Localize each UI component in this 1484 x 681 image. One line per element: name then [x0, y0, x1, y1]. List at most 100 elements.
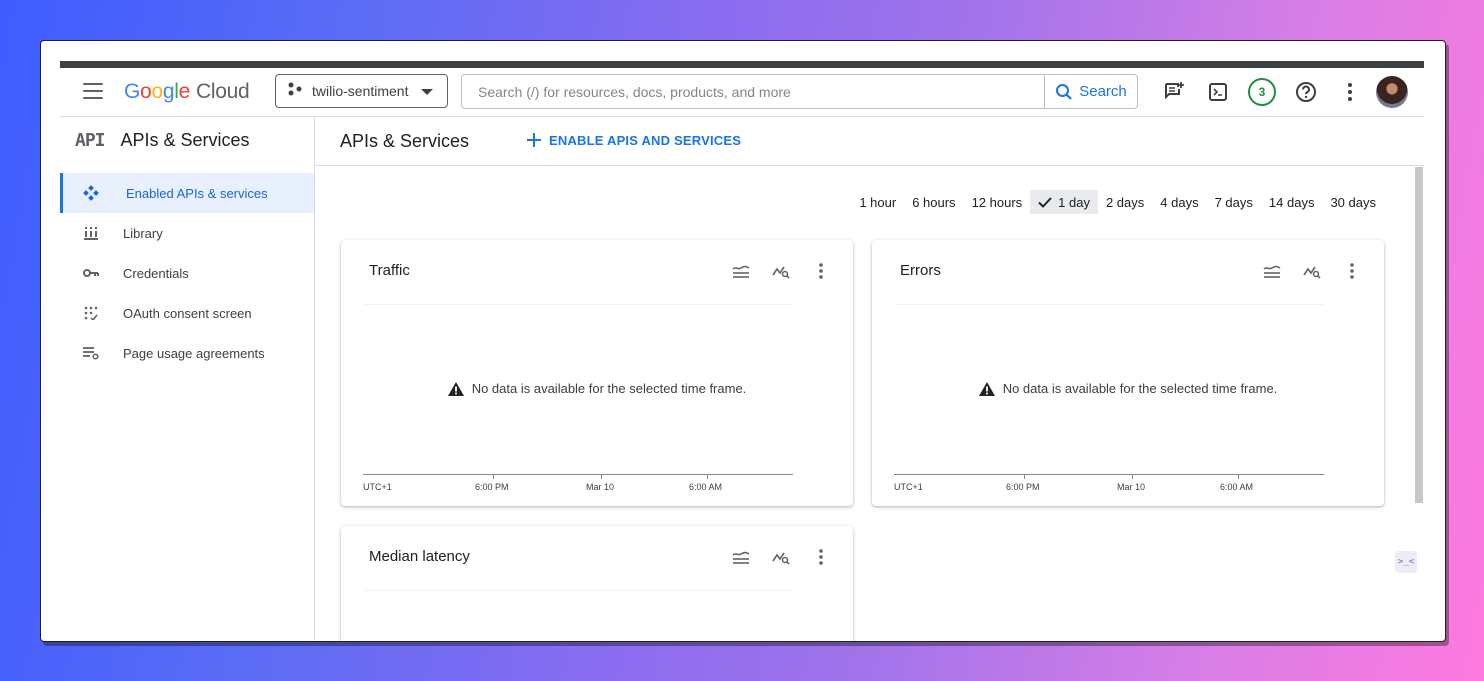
more-vert-icon[interactable]: [809, 545, 833, 569]
more-vert-icon[interactable]: [1340, 259, 1364, 283]
warning-icon: [447, 381, 464, 396]
legend-toggle-icon[interactable]: [729, 545, 753, 569]
search-bar: Search: [461, 74, 1138, 109]
sidebar-item-page-usage[interactable]: Page usage agreements: [60, 333, 314, 373]
range-option[interactable]: 6 hours: [904, 190, 963, 214]
range-label: 14 days: [1268, 194, 1315, 210]
enable-apis-label: ENABLE APIS AND SERVICES: [549, 132, 742, 148]
top-strip: [60, 61, 1424, 68]
sidebar: API APIs & Services Enabled APIs & servi…: [60, 117, 315, 641]
x-axis: [363, 474, 793, 475]
explore-chart-icon[interactable]: [1300, 259, 1324, 283]
sidebar-title-text: APIs & Services: [120, 130, 250, 150]
more-vert-icon[interactable]: [1332, 74, 1368, 110]
axis-label: 6:00 AM: [1220, 482, 1254, 492]
sidebar-item-library[interactable]: Library: [60, 213, 314, 253]
legend-toggle-icon[interactable]: [1260, 259, 1284, 283]
card-divider: [894, 304, 1324, 305]
time-range-selector: 1 hour 6 hours 12 hours 1 day 2 days 4 d…: [851, 190, 1384, 214]
help-icon[interactable]: [1288, 74, 1324, 110]
axis-tick: [707, 474, 708, 479]
chevron-down-icon: [421, 89, 433, 95]
search-button-label: Search: [1079, 83, 1127, 100]
api-icon: API: [75, 130, 105, 151]
cloud-shell-icon[interactable]: [1200, 74, 1236, 110]
sidebar-item-credentials[interactable]: Credentials: [60, 253, 314, 293]
avatar[interactable]: [1376, 76, 1408, 108]
no-data-message: No data is available for the selected ti…: [341, 381, 853, 396]
explore-chart-icon[interactable]: [769, 259, 793, 283]
feedback-icon[interactable]: [1156, 74, 1192, 110]
legend-toggle-icon[interactable]: [729, 259, 753, 283]
sidebar-item-label: OAuth consent screen: [123, 305, 252, 321]
main-content: APIs & Services ENABLE APIS AND SERVICES…: [315, 117, 1424, 641]
card-toolbar: [713, 259, 833, 283]
scrollbar[interactable]: [1415, 167, 1423, 503]
axis-tick: [1132, 474, 1133, 479]
page-title: APIs & Services: [340, 131, 470, 151]
axis-label: 6:00 PM: [475, 482, 509, 492]
sidebar-nav: Enabled APIs & services Library Credenti…: [60, 173, 314, 373]
terminal-shortcut-icon[interactable]: >_<: [1395, 551, 1417, 573]
axis-label: 6:00 PM: [1006, 482, 1040, 492]
x-axis: [894, 474, 1324, 475]
range-option-selected[interactable]: 1 day: [1030, 190, 1098, 214]
logo-letter: e: [178, 80, 191, 103]
card-divider: [363, 304, 793, 305]
menu-icon[interactable]: [83, 83, 103, 99]
card-title: Median latency: [369, 548, 470, 565]
range-option[interactable]: 12 hours: [964, 190, 1031, 214]
sidebar-title: API APIs & Services: [75, 130, 250, 151]
logo-cloud-text: Cloud: [195, 80, 250, 103]
no-data-text: No data is available for the selected ti…: [471, 381, 747, 396]
axis-tick: [601, 474, 602, 479]
range-label: 2 days: [1105, 194, 1145, 210]
check-icon: [1038, 196, 1052, 208]
range-option[interactable]: 2 days: [1098, 190, 1152, 214]
sidebar-item-label: Enabled APIs & services: [126, 185, 268, 201]
google-cloud-logo[interactable]: Google Cloud: [124, 80, 250, 104]
plus-icon: [527, 132, 541, 148]
card-toolbar: [713, 545, 833, 569]
traffic-card: Traffic No data is available for the sel…: [341, 240, 853, 506]
axis-label: Mar 10: [1117, 482, 1146, 492]
range-label: 7 days: [1214, 194, 1253, 210]
logo-letter: g: [162, 80, 175, 103]
range-option[interactable]: 4 days: [1152, 190, 1206, 214]
range-option[interactable]: 30 days: [1322, 190, 1384, 214]
browser-window: Google Cloud twilio-sentiment Search (/)…: [40, 40, 1446, 642]
title-divider: [315, 165, 1424, 166]
median-latency-card: Median latency: [341, 526, 853, 641]
range-label: 12 hours: [971, 194, 1023, 210]
explore-chart-icon[interactable]: [769, 545, 793, 569]
axis-label: Mar 10: [586, 482, 615, 492]
sidebar-item-label: Library: [123, 225, 163, 241]
sidebar-item-label: Page usage agreements: [123, 345, 265, 361]
range-option[interactable]: 1 hour: [851, 190, 904, 214]
header-actions: 3: [1156, 74, 1408, 110]
range-label: 4 days: [1160, 194, 1199, 210]
range-option[interactable]: 14 days: [1261, 190, 1323, 214]
search-button[interactable]: Search: [1044, 75, 1137, 108]
notifications-badge[interactable]: 3: [1244, 74, 1280, 110]
logo-letter: o: [151, 80, 163, 103]
sidebar-item-oauth[interactable]: OAuth consent screen: [60, 293, 314, 333]
range-option[interactable]: 7 days: [1207, 190, 1261, 214]
sidebar-item-enabled-apis[interactable]: Enabled APIs & services: [60, 173, 314, 213]
project-selector[interactable]: twilio-sentiment: [275, 74, 448, 108]
card-title: Errors: [900, 262, 941, 279]
diamond-arrows-icon: [82, 185, 100, 201]
errors-card: Errors No data is available for the sele…: [872, 240, 1384, 506]
search-icon: [1056, 83, 1073, 100]
app-header: Google Cloud twilio-sentiment Search (/)…: [60, 68, 1424, 116]
search-input[interactable]: [462, 75, 1044, 108]
enable-apis-button[interactable]: ENABLE APIS AND SERVICES: [527, 132, 741, 148]
axis-label: 6:00 AM: [689, 482, 723, 492]
notification-count: 3: [1248, 78, 1276, 106]
range-label: 1 hour: [859, 194, 897, 210]
list-settings-icon: [82, 345, 100, 361]
more-vert-icon[interactable]: [809, 259, 833, 283]
axis-label: UTC+1: [363, 482, 392, 492]
axis-tick: [1024, 474, 1025, 479]
axis-label: UTC+1: [894, 482, 923, 492]
